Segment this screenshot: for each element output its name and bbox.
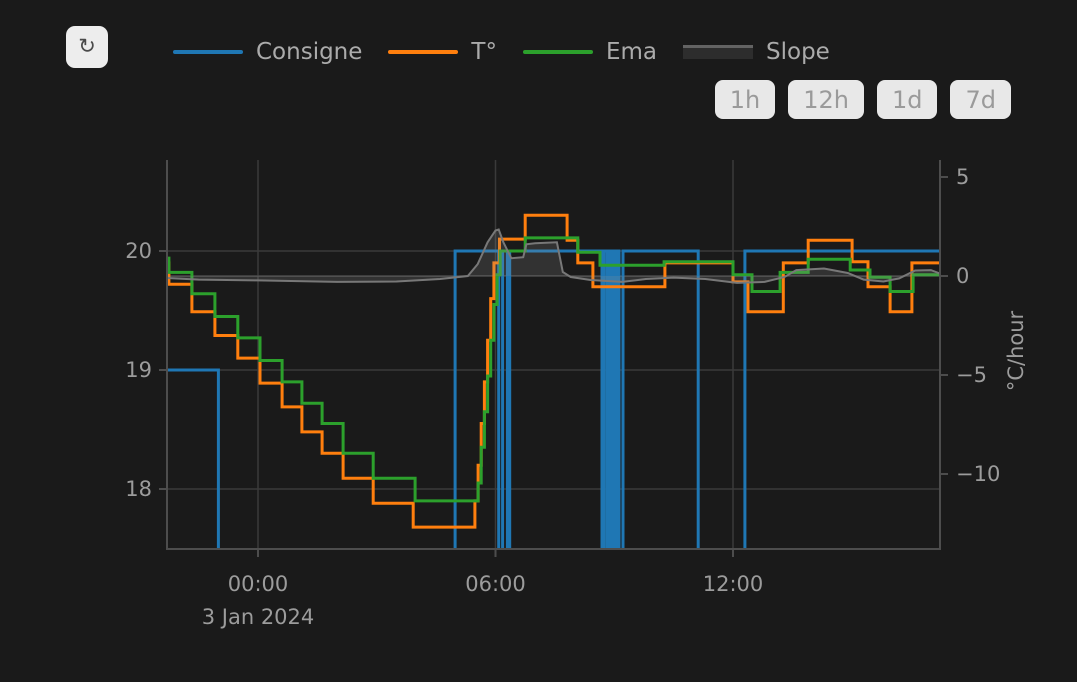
range-button-1h[interactable]: 1h (715, 80, 775, 119)
legend-item-1[interactable]: Consigne (173, 39, 362, 65)
y-right-tick-label: −5 (956, 363, 987, 387)
y-left-tick-label: 20 (125, 239, 152, 263)
range-button-7d[interactable]: 7d (950, 80, 1011, 119)
legend-item-label: Consigne (256, 39, 362, 65)
range-button-1d[interactable]: 1d (877, 80, 938, 119)
y-right-tick-label: 5 (956, 165, 969, 189)
chart-legend: Consigne T° Ema Slope (173, 40, 830, 64)
y-right-tick-label: −10 (956, 462, 1000, 486)
y-left-tick-label: 18 (125, 477, 152, 501)
legend-item-label: T° (471, 39, 497, 65)
y-left-tick-label: 19 (125, 358, 152, 382)
y-right-tick-label: 0 (956, 264, 969, 288)
refresh-button[interactable]: ↻ (66, 26, 108, 68)
range-button-12h[interactable]: 12h (788, 80, 864, 119)
refresh-icon: ↻ (78, 35, 96, 58)
legend-swatch (523, 50, 593, 54)
x-axis-tick-label: 12:00 (703, 572, 764, 596)
legend-swatch (388, 50, 458, 54)
legend-item-2[interactable]: T° (388, 39, 497, 65)
plot-area[interactable] (167, 160, 940, 549)
x-axis-tick-label: 00:00 (228, 572, 289, 596)
legend-item-label: Ema (606, 39, 657, 65)
x-axis-date-label: 3 Jan 2024 (202, 605, 315, 629)
legend-item-3[interactable]: Ema (523, 39, 657, 65)
legend-swatch (683, 45, 753, 59)
right-axis-title: °C/hour (1004, 310, 1028, 391)
legend-item-label: Slope (766, 39, 830, 65)
x-axis-tick-label: 06:00 (465, 572, 526, 596)
legend-swatch (173, 50, 243, 54)
range-buttons: 1h 12h 1d 7d (715, 80, 1011, 119)
legend-item-4[interactable]: Slope (683, 39, 830, 65)
